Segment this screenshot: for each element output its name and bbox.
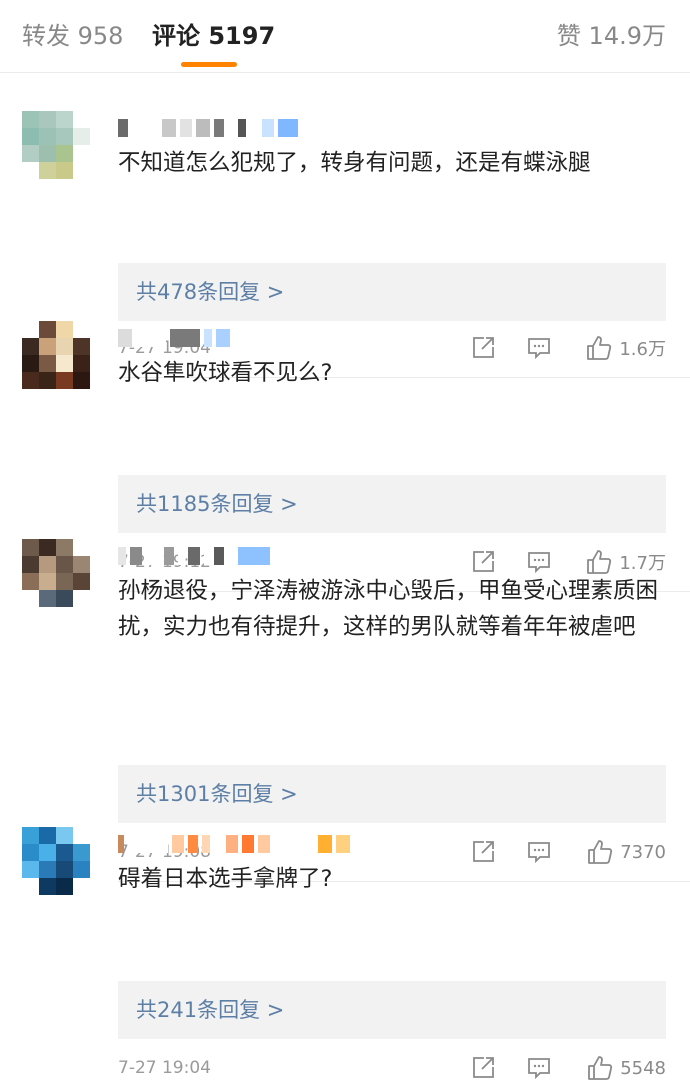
avatar[interactable] (22, 539, 90, 607)
username-blurred[interactable] (118, 117, 298, 139)
like-count: 7370 (620, 841, 666, 863)
view-replies-button[interactable]: 共1301条回复 > (118, 765, 666, 823)
avatar[interactable] (22, 827, 90, 895)
active-tab-indicator (181, 62, 237, 67)
like-button[interactable]: 5548 (586, 1053, 666, 1083)
comment-text: 碍着日本选手拿牌了? (118, 866, 333, 892)
tab-comments[interactable]: 评论 5197 (152, 20, 275, 52)
view-replies-button[interactable]: 共1185条回复 > (118, 475, 666, 533)
comment-time: 7-27 19:04 (118, 1058, 211, 1078)
like-count: 1.7万 (619, 553, 666, 574)
like-count: 5548 (620, 1057, 666, 1079)
comment-meta: 7-27 19:04 5548 (118, 1053, 666, 1083)
comment-text: 孙杨退役，宁泽涛被游泳中心毁后，甲鱼受心理素质困扰，实力也有待提升，这样的男队就… (118, 578, 659, 640)
username-blurred[interactable] (118, 833, 350, 855)
view-replies-button[interactable]: 共241条回复 > (118, 981, 666, 1039)
avatar[interactable] (22, 321, 90, 389)
replies-count: 共1185条回复 > (136, 492, 298, 516)
username-blurred[interactable] (118, 545, 270, 567)
thumbs-up-icon (587, 550, 612, 574)
username-blurred[interactable] (118, 327, 230, 349)
comment-text: 水谷隼吹球看不见么? (118, 360, 333, 386)
tab-repost[interactable]: 转发 958 (22, 20, 123, 52)
comment-icon[interactable] (526, 1053, 552, 1083)
thumbs-up-icon (588, 1056, 613, 1080)
tab-likes[interactable]: 赞 14.9万 (557, 20, 666, 52)
comment-text: 不知道怎么犯规了，转身有问题，还是有蝶泳腿 (118, 150, 591, 176)
view-replies-button[interactable]: 共478条回复 > (118, 263, 666, 321)
share-icon[interactable] (470, 1053, 496, 1083)
avatar[interactable] (22, 111, 90, 179)
replies-count: 共241条回复 > (136, 998, 285, 1022)
replies-count: 共1301条回复 > (136, 782, 298, 806)
replies-count: 共478条回复 > (136, 280, 285, 304)
comment-tabs: 转发 958 评论 5197 赞 14.9万 (0, 0, 690, 73)
